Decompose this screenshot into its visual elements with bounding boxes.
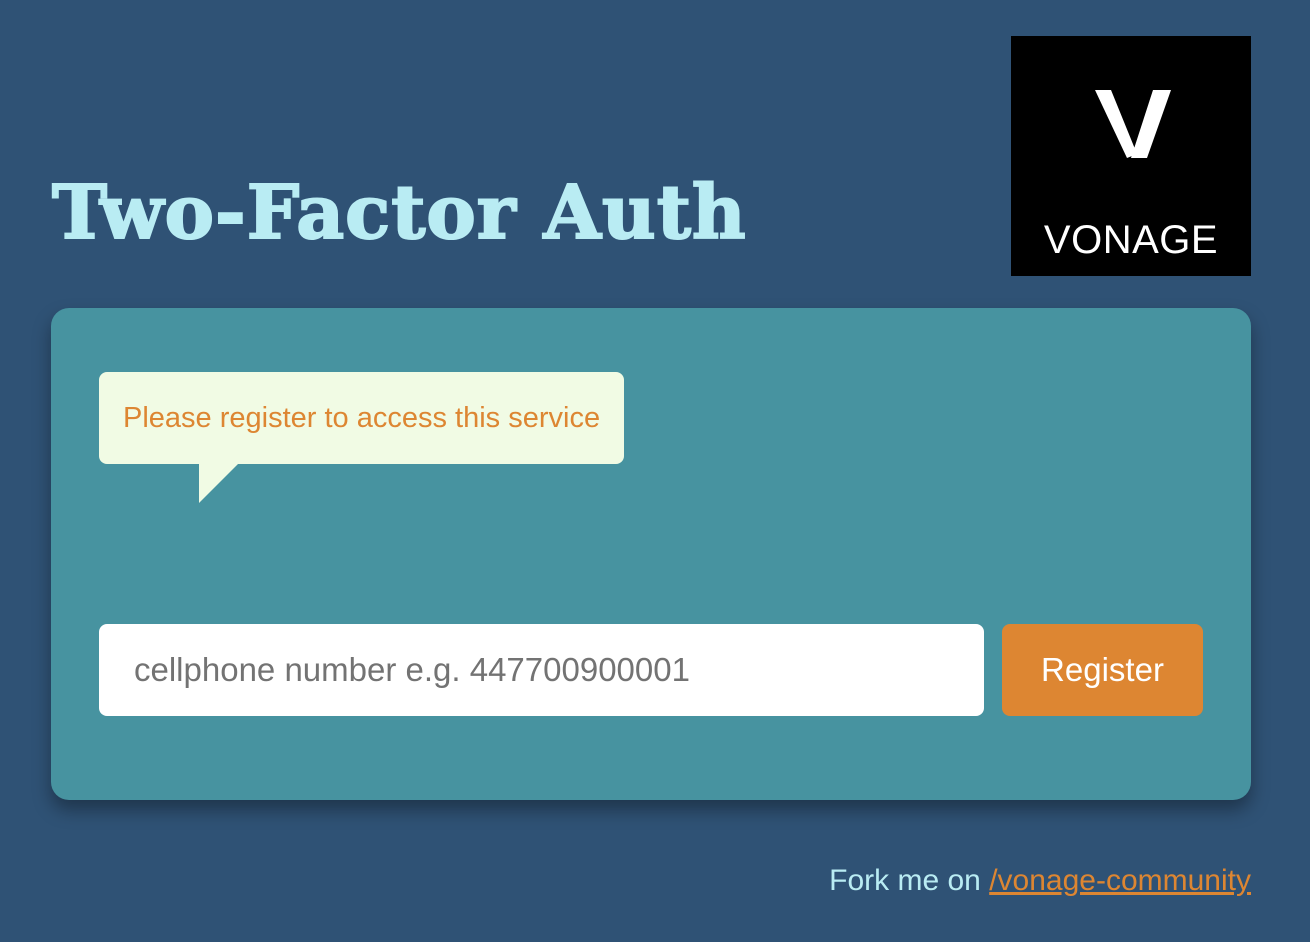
footer-prefix: Fork me on [829,864,990,897]
logo-text: VONAGE [1043,218,1219,262]
message-text: Please register to access this service [123,401,601,434]
message-bubble: Please register to access this service [99,372,625,464]
bubble-tail [199,463,239,503]
github-link[interactable]: /vonage-community [989,864,1251,897]
footer: Fork me on /vonage-community [829,864,1251,898]
register-card: Please register to access this service R… [51,308,1251,800]
phone-number-input[interactable] [99,624,984,716]
register-button[interactable]: Register [1002,624,1203,716]
page-title: Two-Factor Auth [51,170,747,256]
vonage-logo: VONAGE [1011,36,1251,276]
